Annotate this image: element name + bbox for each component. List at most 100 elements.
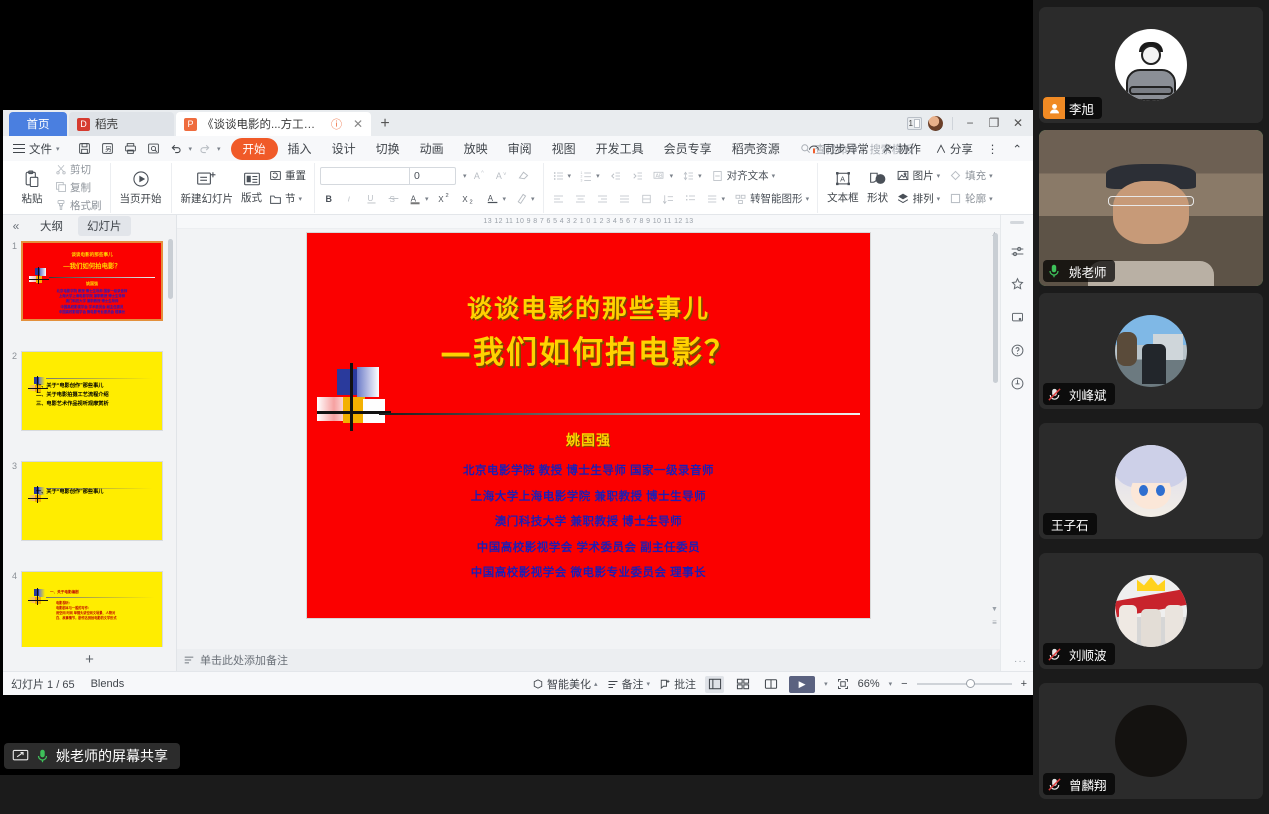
screen-record-icon[interactable] bbox=[1007, 307, 1027, 327]
notes-button[interactable]: 备注 ▾ bbox=[607, 676, 650, 692]
more-options-icon[interactable]: ··· bbox=[1014, 656, 1027, 667]
text-color-button[interactable]: A ▾ bbox=[406, 192, 432, 206]
decrease-para-spacing-button[interactable] bbox=[681, 193, 700, 205]
bullets-button[interactable]: ▾ bbox=[549, 170, 575, 182]
decrease-font-button[interactable]: A ˅ bbox=[492, 169, 511, 182]
copy-button[interactable]: 复制 bbox=[52, 180, 94, 195]
layout-button[interactable]: 版式 bbox=[237, 163, 266, 211]
file-menu[interactable]: 文件 ▾ bbox=[11, 139, 68, 159]
collapse-ribbon-icon[interactable]: ⌃ bbox=[1005, 140, 1029, 158]
zoom-options-icon[interactable]: ▾ bbox=[889, 680, 893, 688]
page-indicator[interactable]: 1 bbox=[906, 116, 922, 130]
maximize-button[interactable]: ❐ bbox=[983, 113, 1005, 133]
bold-button[interactable]: B bbox=[320, 192, 339, 205]
tab-docer[interactable]: D 稻壳 bbox=[69, 112, 174, 136]
fill-button[interactable]: 填充 ▾ bbox=[946, 168, 996, 183]
ribbon-tab-slideshow[interactable]: 放映 bbox=[454, 138, 498, 159]
list-item[interactable]: 3 一、关于“电影创作”那些事儿 bbox=[3, 457, 176, 567]
redo-icon[interactable] bbox=[194, 139, 215, 158]
justify-button[interactable] bbox=[615, 193, 634, 205]
line-spacing-button[interactable]: ▾ bbox=[679, 170, 705, 182]
highlight-button[interactable]: ▾ bbox=[512, 192, 538, 205]
font-family-size[interactable]: 0 bbox=[320, 166, 456, 185]
slideshow-options-icon[interactable]: ▾ bbox=[824, 680, 828, 688]
font-size-input[interactable]: 0 bbox=[409, 166, 455, 185]
print-icon[interactable] bbox=[120, 139, 141, 158]
collapse-pane-icon[interactable]: « bbox=[7, 219, 25, 233]
align-text-button[interactable]: 对齐文本 ▾ bbox=[708, 168, 779, 183]
share-button[interactable]: 分享 bbox=[928, 139, 980, 159]
ribbon-tab-design[interactable]: 设计 bbox=[322, 138, 366, 159]
convert-to-smartart-button[interactable]: 转智能图形 ▾ bbox=[731, 191, 812, 206]
arrange-button[interactable]: 排列 ▾ bbox=[893, 191, 944, 206]
picture-button[interactable]: 图片 ▾ bbox=[893, 168, 944, 183]
participant-tile-2[interactable]: 姚老师 bbox=[1039, 130, 1263, 286]
outline-button[interactable]: 轮廓 ▾ bbox=[946, 191, 996, 206]
close-button[interactable]: ✕ bbox=[1007, 113, 1029, 133]
thumbnail-scrollbar[interactable] bbox=[168, 239, 173, 299]
new-tab-button[interactable]: + bbox=[375, 114, 395, 134]
tab-slides[interactable]: 幻灯片 bbox=[78, 216, 131, 236]
participant-tile-6[interactable]: 曾麟翔 bbox=[1039, 683, 1263, 799]
distribute-button[interactable] bbox=[637, 193, 656, 205]
close-tab-icon[interactable]: ✕ bbox=[353, 117, 363, 131]
customize-toolbar-icon[interactable]: ▾ bbox=[217, 145, 221, 153]
increase-para-spacing-button[interactable] bbox=[659, 193, 678, 205]
scroll-down-icon[interactable]: ▼ bbox=[989, 606, 1000, 613]
save-icon[interactable] bbox=[74, 139, 95, 158]
next-slide-icon[interactable]: ≡ bbox=[989, 618, 1000, 627]
ribbon-tab-insert[interactable]: 插入 bbox=[278, 138, 322, 159]
format-painter-button[interactable]: 格式刷 bbox=[52, 198, 105, 213]
participant-tile-1[interactable]: 李旭 bbox=[1039, 7, 1263, 123]
underline-button[interactable]: U bbox=[362, 192, 381, 205]
tab-outline[interactable]: 大纲 bbox=[31, 216, 72, 236]
zoom-in-button[interactable]: + bbox=[1021, 678, 1027, 690]
ribbon-tab-view[interactable]: 视图 bbox=[542, 138, 586, 159]
print-preview-icon[interactable] bbox=[143, 139, 164, 158]
align-right-button[interactable] bbox=[593, 193, 612, 205]
list-item[interactable]: 4 一、关于电影编剧 电影视听： 电影剧本与一般的写作： 用空间 时间 单镜头讲… bbox=[3, 567, 176, 647]
reading-view-button[interactable] bbox=[761, 676, 780, 693]
clear-format-button[interactable] bbox=[514, 169, 533, 182]
strikethrough-button[interactable]: S bbox=[384, 192, 403, 205]
superscript-button[interactable]: X2 bbox=[435, 192, 456, 205]
undo-dropdown-icon[interactable]: ▾ bbox=[189, 145, 193, 153]
slide-thumbnail-3[interactable]: 一、关于“电影创作”那些事儿 bbox=[21, 461, 163, 541]
ribbon-tab-member[interactable]: 会员专享 bbox=[654, 138, 722, 159]
participant-tile-4[interactable]: 王子石 bbox=[1039, 423, 1263, 539]
new-slide-button[interactable]: 新建幻灯片 bbox=[177, 163, 238, 211]
list-item[interactable]: 1 谈谈电影的那些事儿 —我们如何拍电影？ 姚国强 北京电影学院 教授 博士生导… bbox=[3, 237, 176, 347]
ribbon-tab-transitions[interactable]: 切换 bbox=[366, 138, 410, 159]
shapes-button[interactable]: 形状 bbox=[863, 163, 893, 211]
cut-button[interactable]: 剪切 bbox=[52, 162, 94, 177]
slide-sorter-button[interactable] bbox=[733, 676, 752, 693]
start-slideshow-button[interactable]: ▶ bbox=[789, 675, 816, 693]
decrease-indent-button[interactable] bbox=[606, 170, 625, 182]
theme-name-label[interactable]: Blends bbox=[91, 678, 125, 690]
slide-thumbnail-4[interactable]: 一、关于电影编剧 电影视听： 电影剧本与一般的写作： 用空间 时间 单镜头讲空间… bbox=[21, 571, 163, 647]
ribbon-tab-animations[interactable]: 动画 bbox=[410, 138, 454, 159]
ribbon-tab-developer[interactable]: 开发工具 bbox=[586, 138, 654, 159]
zoom-slider-knob[interactable] bbox=[965, 679, 975, 688]
reset-button[interactable]: 重置 bbox=[266, 168, 309, 183]
zoom-level-label[interactable]: 66% bbox=[858, 678, 880, 690]
increase-font-button[interactable]: A ^ bbox=[470, 169, 489, 182]
text-effects-button[interactable]: A ▾ bbox=[483, 192, 510, 206]
participant-tile-3[interactable]: 刘峰斌 bbox=[1039, 293, 1263, 409]
fit-to-window-button[interactable] bbox=[837, 678, 849, 690]
user-avatar[interactable] bbox=[924, 113, 946, 133]
slide-canvas[interactable]: 谈谈电影的那些事儿 —我们如何拍电影？ 姚国强 北京电影学院 教授 博士生导师 … bbox=[307, 233, 870, 618]
undo-icon[interactable] bbox=[166, 139, 187, 158]
chevron-up-icon[interactable]: ▴ bbox=[594, 680, 598, 688]
sync-status-button[interactable]: 同步异常 bbox=[801, 139, 876, 159]
increase-indent-button[interactable] bbox=[628, 170, 647, 182]
tab-home[interactable]: 首页 bbox=[9, 112, 67, 136]
normal-view-button[interactable] bbox=[705, 675, 725, 693]
chevron-down-icon[interactable]: ▾ bbox=[463, 172, 467, 180]
slide-thumbnail-2[interactable]: 一、关于“电影创作”那些事儿 二、关于电影拍摄工艺流程介绍 三、电影艺术作品视听… bbox=[21, 351, 163, 431]
minimize-button[interactable]: − bbox=[959, 113, 981, 133]
collaborate-button[interactable]: 协作 bbox=[876, 139, 928, 159]
textbox-button[interactable]: A 文本框 bbox=[823, 163, 863, 211]
ribbon-tab-start[interactable]: 开始 bbox=[230, 137, 278, 160]
italic-button[interactable]: I bbox=[342, 192, 359, 205]
